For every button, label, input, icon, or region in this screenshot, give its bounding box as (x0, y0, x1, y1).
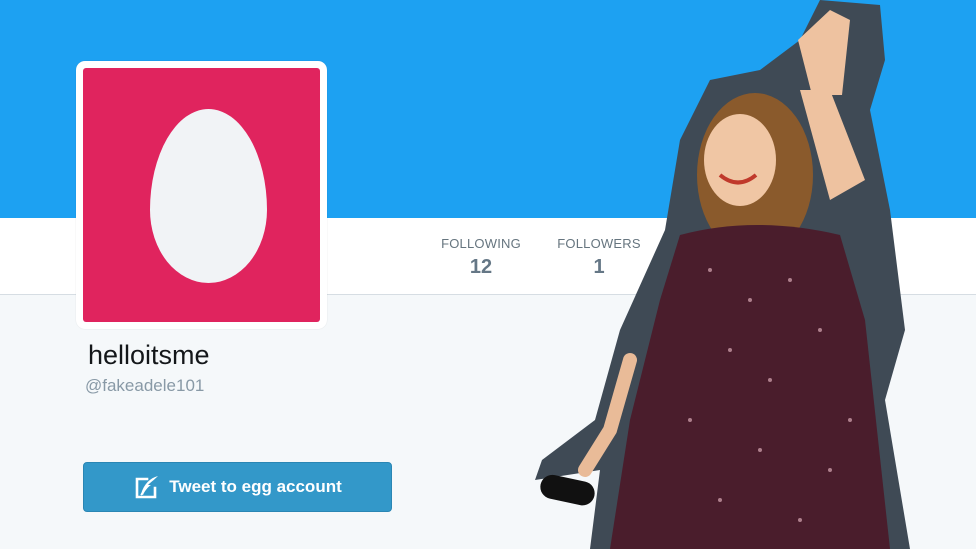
cutout-photo-of-singer-waving (535, 0, 910, 549)
compose-quill-icon (133, 473, 161, 501)
following-stat[interactable]: FOLLOWING 12 (437, 236, 525, 279)
following-label: FOLLOWING (441, 236, 521, 251)
tweet-button-label: Tweet to egg account (169, 477, 342, 496)
display-name: helloitsme (88, 340, 210, 370)
user-handle[interactable]: @fakeadele101 (85, 376, 204, 396)
avatar[interactable] (76, 61, 327, 329)
avatar-background (83, 68, 320, 322)
tweet-to-button[interactable]: Tweet to egg account (83, 462, 392, 512)
following-count: 12 (469, 256, 493, 278)
egg-avatar-icon (150, 109, 267, 283)
